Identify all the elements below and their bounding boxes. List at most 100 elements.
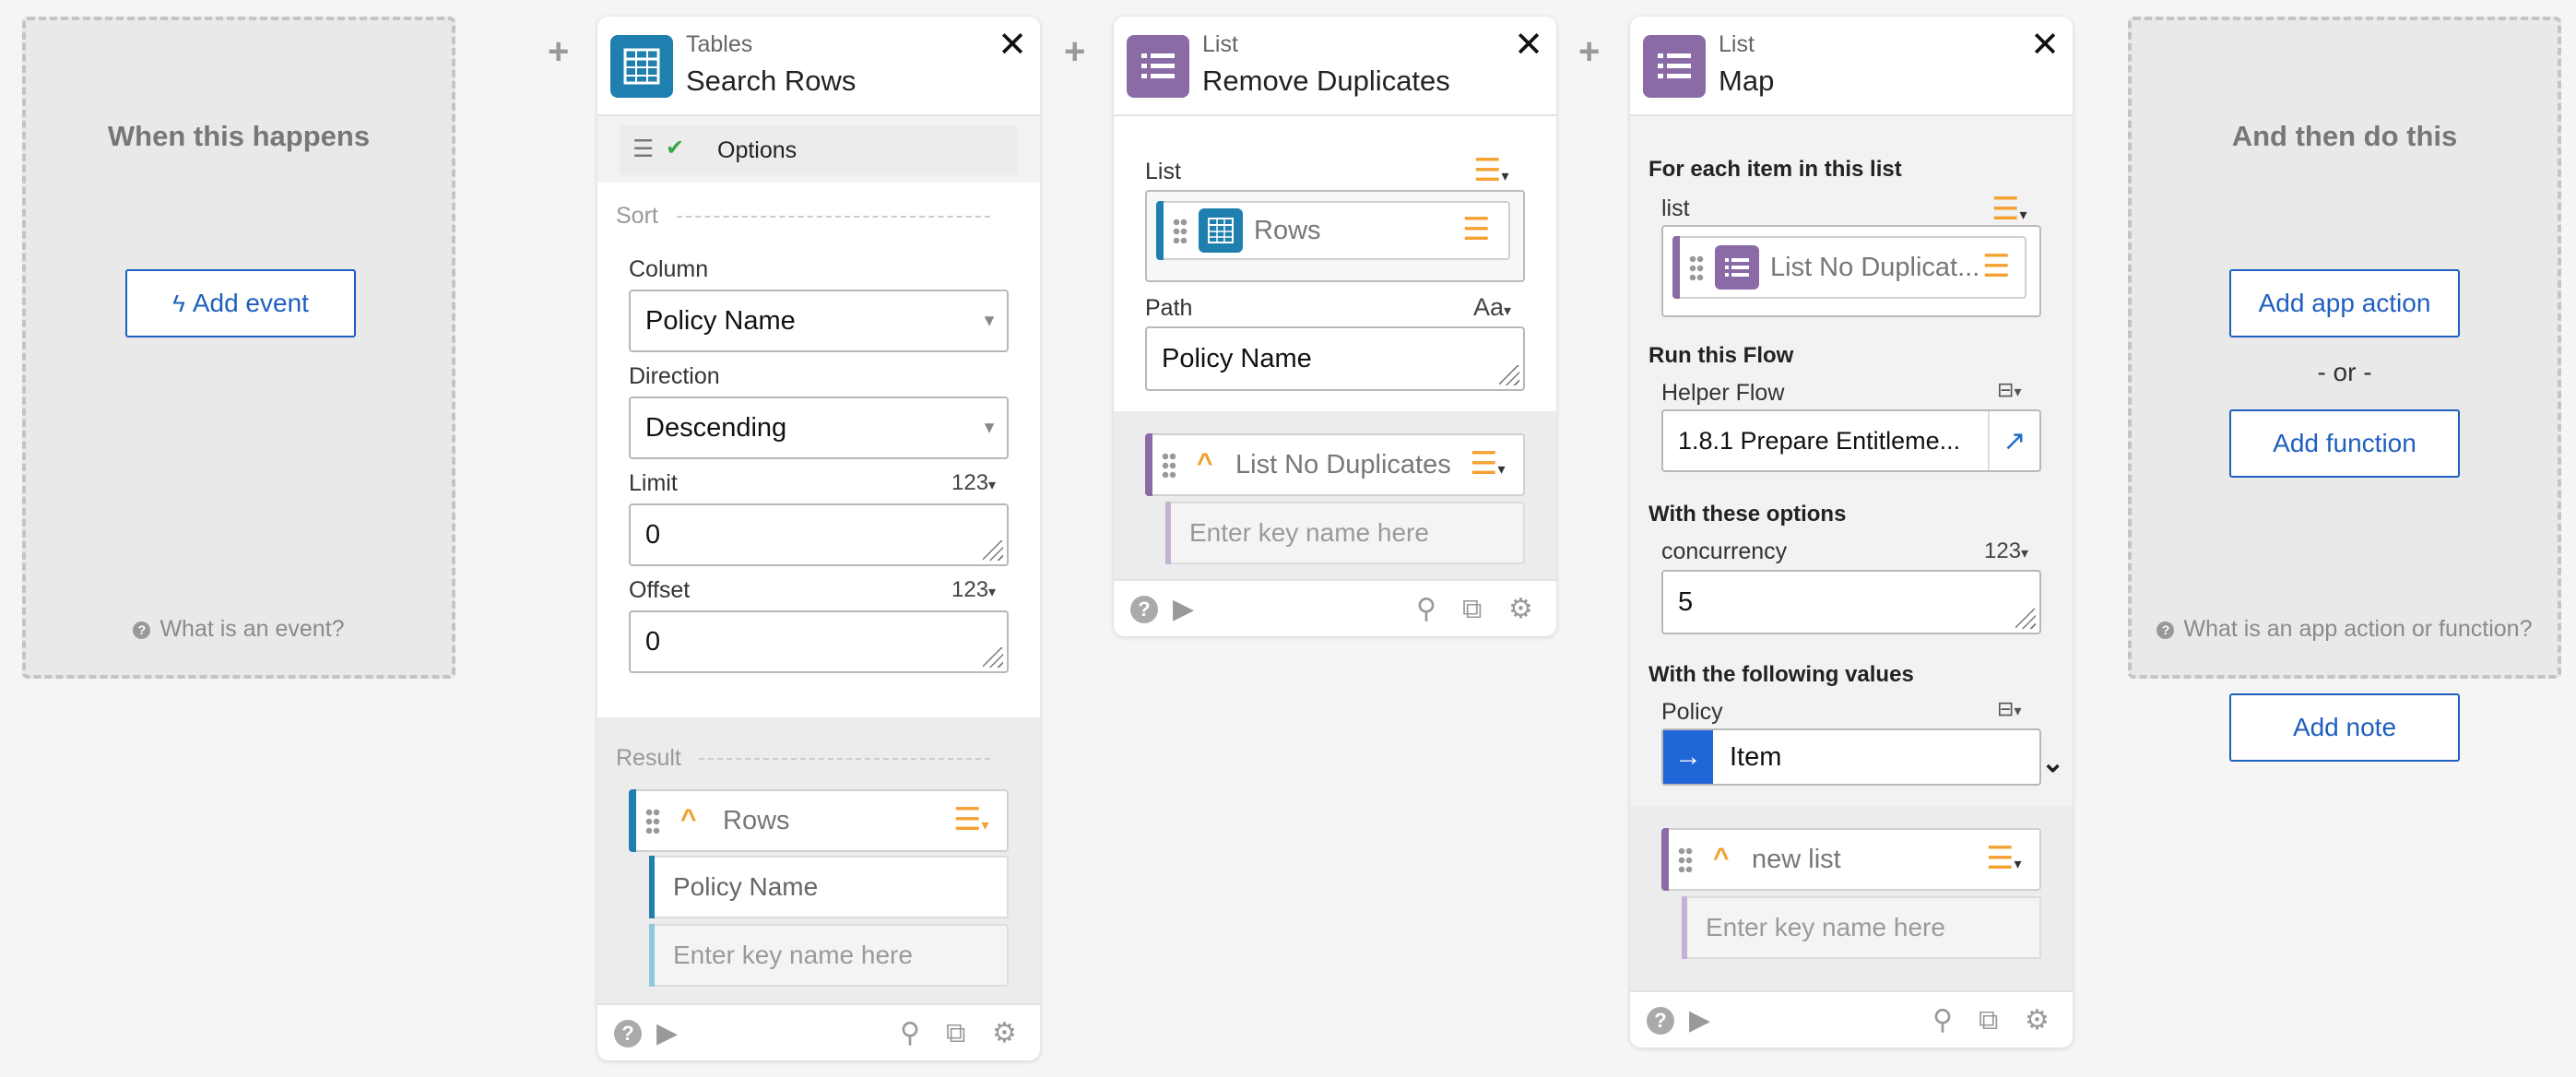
copy-icon[interactable]: ⧉ <box>1462 594 1482 625</box>
result-value-field[interactable]: Policy Name <box>649 856 1009 918</box>
list-type-icon[interactable]: ☰▾ <box>1470 448 1506 486</box>
gear-icon[interactable]: ⚙ <box>1508 594 1533 625</box>
search-icon[interactable]: ⚲ <box>1416 594 1436 625</box>
result-pill-list-no-duplicates[interactable]: ^ List No Duplicates ☰▾ <box>1145 433 1525 496</box>
gear-icon[interactable]: ⚙ <box>2025 1005 2050 1036</box>
concurrency-type[interactable]: 123▾ <box>1984 538 2028 564</box>
concurrency-input[interactable]: 5 <box>1661 570 2041 634</box>
add-event-button[interactable]: ϟ Add event <box>125 269 356 337</box>
drag-handle-icon[interactable] <box>645 808 660 834</box>
drag-handle-icon[interactable] <box>1173 218 1188 243</box>
sort-divider <box>677 216 990 218</box>
end-panel: And then do this Add app action - or - A… <box>2128 17 2561 679</box>
offset-input[interactable]: 0 <box>629 610 1009 673</box>
trigger-title: When this happens <box>107 120 371 152</box>
field-accent <box>1682 896 1687 959</box>
drag-handle-icon[interactable] <box>1689 254 1704 280</box>
caret-down-icon: ▾ <box>1504 303 1512 319</box>
section-values-title: With the following values <box>1648 662 1914 687</box>
play-icon[interactable]: ▶ <box>656 1018 678 1049</box>
pill-accent <box>1672 236 1680 299</box>
concurrency-type-text: 123 <box>1984 538 2022 563</box>
resize-handle[interactable] <box>983 647 1003 668</box>
resize-handle[interactable] <box>1499 365 1519 385</box>
list-type-icon: ☰ <box>1462 212 1491 247</box>
search-icon[interactable]: ⚲ <box>900 1018 920 1049</box>
helper-flow-label: Helper Flow <box>1661 380 1785 406</box>
offset-type[interactable]: 123▾ <box>951 577 996 603</box>
caret-down-icon: ▾ <box>2021 546 2029 562</box>
list-pill-rows[interactable]: Rows ☰ <box>1156 201 1510 260</box>
check-icon: ✔ <box>666 136 685 160</box>
list-type-icon[interactable]: ☰▾ <box>1986 843 2022 881</box>
add-function-button[interactable]: Add function <box>2229 409 2460 478</box>
card-header: List Remove Duplicates ✕ <box>1114 17 1556 116</box>
help-icon[interactable]: ? <box>614 1020 642 1047</box>
app-name: List <box>1719 31 1755 57</box>
database-icon[interactable]: ⊟▾ <box>1997 378 2021 402</box>
help-icon[interactable]: ? <box>1647 1007 1674 1035</box>
caret-down-icon: ▾ <box>988 585 997 600</box>
database-icon[interactable]: ⊟▾ <box>1997 697 2021 721</box>
add-note-button[interactable]: Add note <box>2229 693 2460 762</box>
add-app-action-button[interactable]: Add app action <box>2229 269 2460 337</box>
result-pill-new-list[interactable]: ^ new list ☰▾ <box>1661 828 2041 891</box>
action-name: Remove Duplicates <box>1202 65 1450 97</box>
search-icon[interactable]: ⚲ <box>1932 1005 1953 1036</box>
path-input[interactable]: Policy Name <box>1145 326 1525 391</box>
policy-value: Item <box>1730 741 1782 772</box>
limit-type-text: 123 <box>951 470 989 495</box>
pill-accent <box>629 789 636 852</box>
copy-icon[interactable]: ⧉ <box>1979 1005 1998 1036</box>
play-icon[interactable]: ▶ <box>1173 594 1194 625</box>
help-icon[interactable]: ? <box>1130 596 1158 623</box>
drag-handle-icon[interactable] <box>1678 846 1693 872</box>
list-icon <box>1715 245 1759 290</box>
direction-select[interactable]: Descending ▼ <box>629 396 1009 459</box>
limit-input[interactable]: 0 <box>629 503 1009 566</box>
play-icon[interactable]: ▶ <box>1689 1005 1710 1036</box>
add-step-plus-1[interactable]: + <box>548 33 569 70</box>
close-icon[interactable]: ✕ <box>1514 28 1543 63</box>
resize-handle[interactable] <box>983 540 1003 561</box>
path-type[interactable]: Aa▾ <box>1473 293 1511 322</box>
arrow-right-icon: → <box>1663 730 1713 784</box>
resize-handle[interactable] <box>2015 609 2036 629</box>
event-help-link[interactable]: ? What is an event? <box>26 616 452 643</box>
action-help-link[interactable]: ? What is an app action or function? <box>2132 616 2558 643</box>
copy-icon[interactable]: ⧉ <box>946 1018 965 1049</box>
key-name-input[interactable]: Enter key name here <box>1165 502 1525 564</box>
external-link-icon[interactable]: ↗ <box>1988 411 2039 470</box>
chevron-down-icon[interactable]: ⌄ <box>2041 747 2064 779</box>
close-icon[interactable]: ✕ <box>2030 28 2060 63</box>
column-select[interactable]: Policy Name ▼ <box>629 290 1009 352</box>
list-type-icon[interactable]: ☰▾ <box>953 804 989 842</box>
app-name: Tables <box>686 31 753 57</box>
chevron-up-icon[interactable]: ^ <box>1713 843 1730 874</box>
result-value: Policy Name <box>673 872 819 901</box>
step-card-search-rows: Tables Search Rows ✕ ☰ ✔ Options Sort Co… <box>597 17 1040 1060</box>
list-pill-list-no-duplicates[interactable]: List No Duplicat... ☰ <box>1672 236 2027 299</box>
concurrency-value: 5 <box>1678 586 1694 617</box>
card-footer: ? ▶ ⚲ ⧉ ⚙ <box>1630 990 2073 1047</box>
chevron-up-icon[interactable]: ^ <box>1197 448 1213 479</box>
close-icon[interactable]: ✕ <box>998 28 1027 63</box>
limit-type[interactable]: 123▾ <box>951 470 996 496</box>
result-area: Result ^ Rows ☰▾ Policy Name Enter key n… <box>597 717 1040 1003</box>
key-placeholder: Enter key name here <box>673 941 913 969</box>
add-step-plus-2[interactable]: + <box>1064 33 1085 70</box>
table-icon <box>1199 208 1243 253</box>
gear-icon[interactable]: ⚙ <box>992 1018 1017 1049</box>
card-header: Tables Search Rows ✕ <box>597 17 1040 116</box>
list-type-icon[interactable]: ☰▾ <box>1473 155 1509 193</box>
drag-handle-icon[interactable] <box>1162 452 1176 478</box>
key-name-input[interactable]: Enter key name here <box>1682 896 2041 959</box>
add-step-plus-3[interactable]: + <box>1578 33 1600 70</box>
key-name-input[interactable]: Enter key name here <box>649 924 1009 987</box>
key-placeholder: Enter key name here <box>1706 913 1945 941</box>
result-pill-rows[interactable]: ^ Rows ☰▾ <box>629 789 1009 852</box>
options-toggle[interactable]: ☰ ✔ Options <box>620 125 1018 175</box>
policy-input[interactable]: → Item <box>1661 728 2041 786</box>
helper-flow-select[interactable]: 1.8.1 Prepare Entitleme... ↗ <box>1661 409 2041 472</box>
chevron-up-icon[interactable]: ^ <box>680 804 697 835</box>
